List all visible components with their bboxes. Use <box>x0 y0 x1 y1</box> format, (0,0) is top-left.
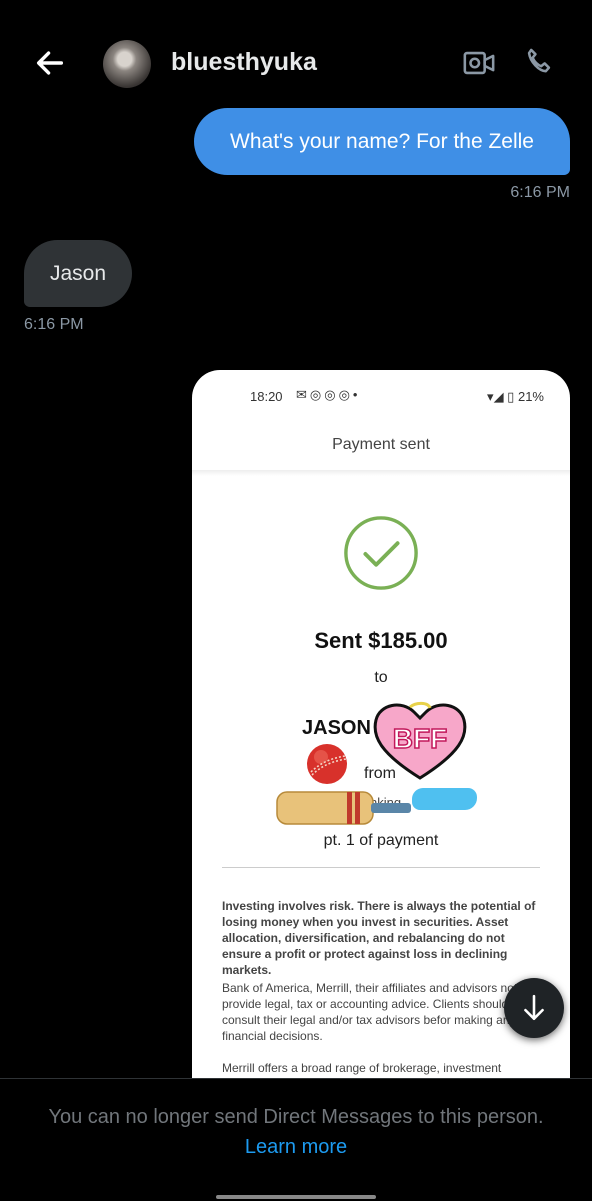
recipient-name: JASON <box>302 717 371 739</box>
cricket-bat-sticker <box>276 791 411 825</box>
arrow-left-icon[interactable] <box>33 46 67 80</box>
notification-icons: ✉◎◎◎• <box>296 387 361 402</box>
bff-heart-sticker: BFF <box>373 701 467 780</box>
status-right: ▾◢ ▯ 21% <box>487 389 544 405</box>
disclaimer-text: Bank of America, Merrill, their affiliat… <box>222 981 518 1043</box>
conversation-header: bluesthyuka <box>0 0 592 125</box>
redaction-scribble <box>412 788 477 810</box>
username[interactable]: bluesthyuka <box>171 48 317 77</box>
disclaimer-text: Merrill offers a broad range of brokerag… <box>222 1061 502 1075</box>
battery-text: 21% <box>517 389 544 404</box>
payment-page-title: Payment sent <box>332 436 430 453</box>
dm-restricted-footer: You can no longer send Direct Messages t… <box>0 1078 592 1201</box>
phone-icon[interactable] <box>522 44 556 80</box>
dm-restricted-notice: You can no longer send Direct Messages t… <box>48 1106 544 1128</box>
home-indicator[interactable] <box>216 1195 376 1199</box>
message-text: Jason <box>49 261 107 285</box>
learn-more-link[interactable]: Learn more <box>0 1136 592 1159</box>
video-camera-icon[interactable] <box>462 46 496 80</box>
payment-note: pt. 1 of payment <box>323 832 439 849</box>
sent-amount: Sent $185.00 <box>314 628 448 653</box>
to-label: to <box>374 669 388 686</box>
phone-status-bar: 18:20 ✉◎◎◎• ▾◢ ▯ 21% <box>192 370 570 420</box>
scroll-to-bottom-button[interactable] <box>504 978 564 1038</box>
disclaimer-text: Investing involves risk. There is always… <box>222 899 536 977</box>
message-timestamp: 6:16 PM <box>510 184 570 201</box>
avatar[interactable] <box>103 40 151 88</box>
checkmark-icon <box>344 516 418 590</box>
signal-icon: ▾◢ ▯ <box>487 389 515 404</box>
status-time: 18:20 <box>250 389 283 404</box>
message-timestamp: 6:16 PM <box>24 316 84 333</box>
divider <box>222 867 540 868</box>
arrow-down-icon <box>524 994 544 1020</box>
divider <box>192 470 570 476</box>
message-text: What's your name? For the Zelle <box>230 129 534 153</box>
message-bubble-incoming[interactable]: Jason <box>24 240 132 307</box>
cricket-ball-sticker <box>307 744 347 784</box>
sticker-text: BFF <box>393 723 447 754</box>
message-bubble-outgoing[interactable]: What's your name? For the Zelle <box>194 108 570 175</box>
